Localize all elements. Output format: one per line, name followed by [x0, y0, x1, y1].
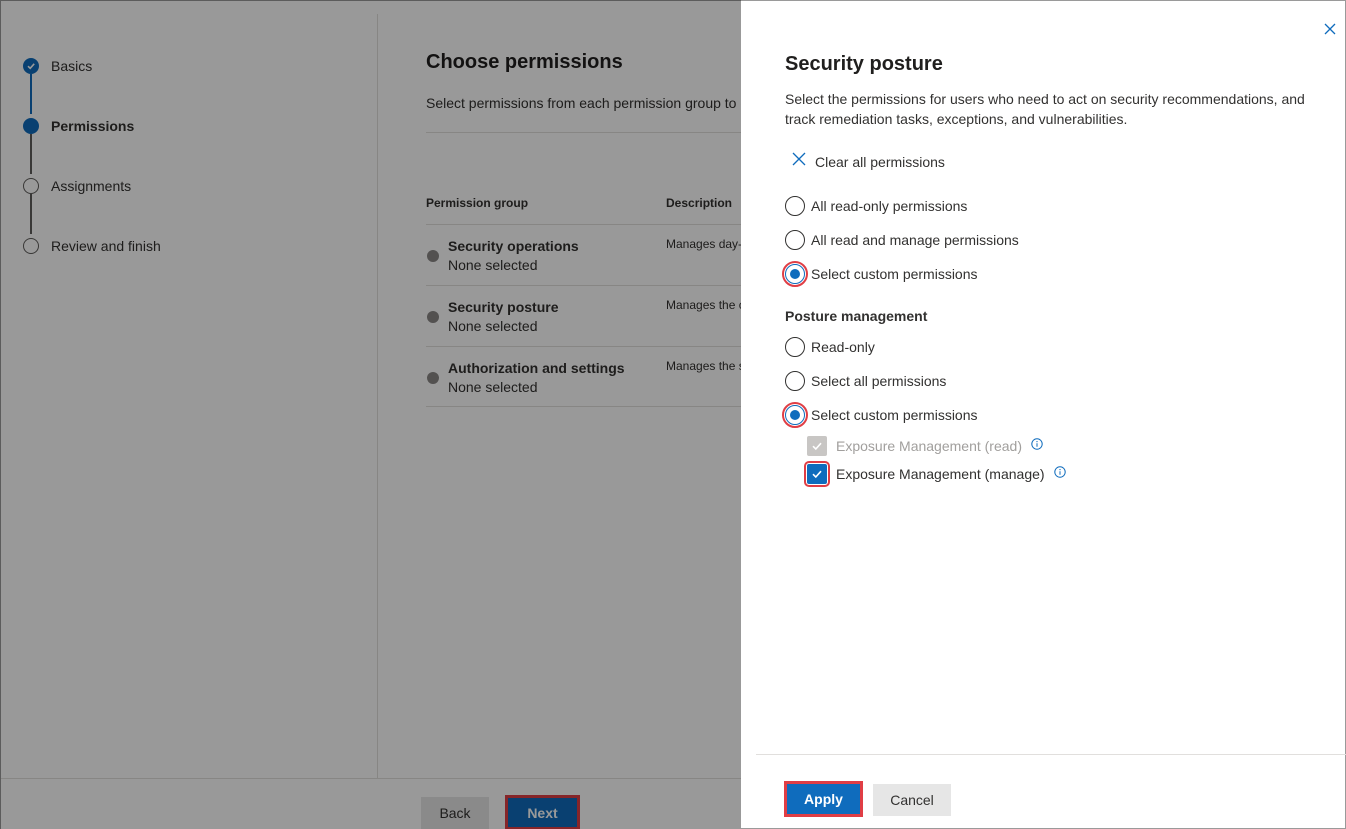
radio-label: Select custom permissions	[811, 266, 978, 282]
checkbox-label: Exposure Management (manage)	[836, 466, 1045, 482]
radio-posture-custom[interactable]: Select custom permissions	[782, 402, 978, 428]
divider	[756, 754, 1346, 755]
panel-title: Security posture	[785, 53, 943, 75]
clear-all-permissions-button[interactable]: Clear all permissions	[791, 151, 945, 172]
checkbox-checked[interactable]	[804, 461, 830, 487]
modal-overlay[interactable]	[0, 0, 741, 829]
apply-button[interactable]: Apply	[784, 781, 863, 817]
checkbox-exposure-read: Exposure Management (read)	[807, 436, 1043, 456]
clear-label: Clear all permissions	[815, 153, 945, 170]
radio-select-all[interactable]: Select all permissions	[785, 371, 946, 391]
radio-dot	[790, 269, 800, 279]
clear-icon	[791, 151, 807, 172]
radio-select-custom[interactable]: Select custom permissions	[782, 261, 978, 287]
radio-button[interactable]	[785, 230, 805, 250]
radio-button[interactable]	[785, 337, 805, 357]
close-icon[interactable]	[1322, 21, 1338, 37]
info-icon[interactable]	[1053, 465, 1066, 478]
radio-button[interactable]	[785, 371, 805, 391]
info-icon[interactable]	[1031, 437, 1043, 450]
checkbox-label: Exposure Management (read)	[836, 438, 1022, 454]
radio-label: All read and manage permissions	[811, 232, 1019, 248]
cancel-button[interactable]: Cancel	[873, 784, 951, 816]
checkbox-exposure-manage[interactable]: Exposure Management (manage)	[804, 461, 1066, 487]
radio-label: Read-only	[811, 339, 875, 355]
radio-button-selected[interactable]	[782, 261, 808, 287]
checkbox-disabled	[807, 436, 827, 456]
radio-button[interactable]	[785, 196, 805, 216]
radio-read-only[interactable]: Read-only	[785, 337, 875, 357]
section-title: Posture management	[785, 308, 928, 324]
radio-button-selected[interactable]	[782, 402, 808, 428]
radio-label: Select custom permissions	[811, 407, 978, 423]
radio-dot	[790, 410, 800, 420]
radio-label: All read-only permissions	[811, 198, 968, 214]
radio-all-read-only[interactable]: All read-only permissions	[785, 196, 967, 216]
security-posture-panel: Security posture Select the permissions …	[741, 0, 1346, 829]
radio-label: Select all permissions	[811, 373, 947, 389]
radio-all-read-manage[interactable]: All read and manage permissions	[785, 230, 1019, 250]
panel-description: Select the permissions for users who nee…	[785, 91, 1305, 127]
